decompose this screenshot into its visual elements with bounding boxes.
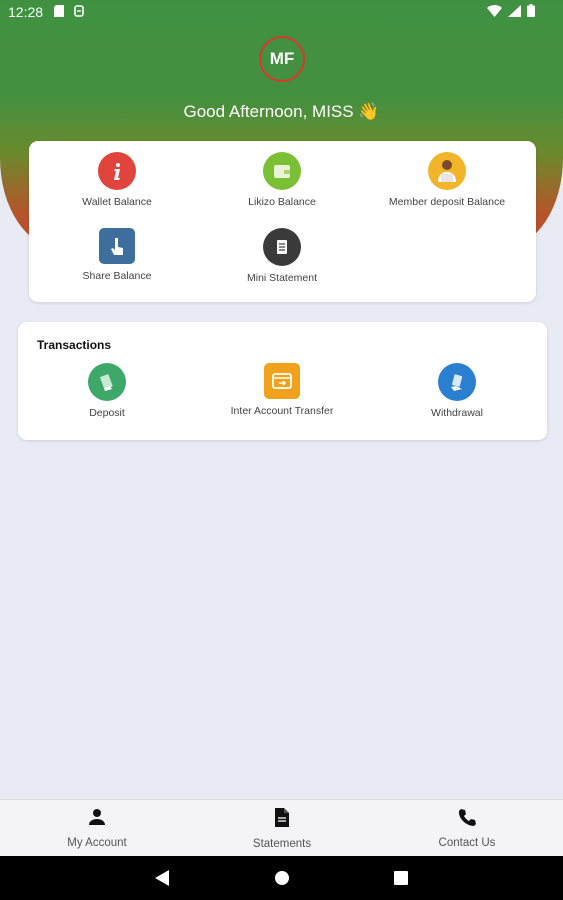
system-navigation-bar: [0, 856, 563, 900]
nav-contact-us-label: Contact Us: [438, 837, 496, 849]
person-icon: [89, 809, 105, 825]
phone-icon: [458, 809, 476, 826]
deposit-tile[interactable]: Deposit: [22, 363, 192, 419]
nav-my-account[interactable]: My Account: [27, 808, 167, 849]
nav-statements[interactable]: Statements: [212, 808, 352, 850]
likizo-balance-tile[interactable]: Likizo Balance: [197, 152, 367, 208]
home-icon[interactable]: [274, 870, 290, 886]
document-icon: [275, 808, 289, 827]
deposit-icon: [88, 363, 126, 401]
sd-card-icon: [54, 5, 64, 17]
wallet-balance-label: Wallet Balance: [82, 196, 152, 208]
mini-statement-label: Mini Statement: [246, 272, 318, 284]
avatar[interactable]: MF: [259, 36, 305, 82]
back-icon[interactable]: [155, 870, 169, 886]
member-deposit-balance-label: Member deposit Balance: [388, 196, 506, 208]
recents-icon[interactable]: [394, 871, 408, 885]
status-bar: 12:28: [0, 0, 563, 24]
touch-icon: [99, 228, 135, 264]
person-laptop-icon: [428, 152, 466, 190]
signal-icon: [508, 4, 521, 17]
share-balance-tile[interactable]: Share Balance: [32, 228, 202, 282]
battery-icon: [527, 4, 535, 17]
info-icon: [98, 152, 136, 190]
nav-contact-us[interactable]: Contact Us: [397, 808, 537, 849]
wifi-icon: [487, 4, 502, 17]
withdrawal-tile[interactable]: Withdrawal: [372, 363, 542, 419]
avatar-initials: MF: [269, 49, 295, 68]
storage-icon: [74, 5, 84, 17]
mini-statement-tile[interactable]: Mini Statement: [197, 228, 367, 284]
transfer-icon: [264, 363, 300, 399]
receipt-icon: [263, 228, 301, 266]
transactions-title: Transactions: [37, 338, 112, 352]
withdrawal-label: Withdrawal: [431, 407, 483, 419]
transactions-card: Transactions Deposit Inter Account Trans…: [18, 322, 547, 440]
wallet-icon: [263, 152, 301, 190]
balances-card: Wallet Balance Likizo Balance Member dep…: [29, 141, 536, 302]
bottom-navigation: My Account Statements Contact Us: [0, 799, 563, 856]
inter-account-transfer-label: Inter Account Transfer: [230, 405, 334, 417]
deposit-label: Deposit: [89, 407, 125, 419]
share-balance-label: Share Balance: [82, 270, 152, 282]
status-time: 12:28: [8, 4, 44, 20]
wallet-balance-tile[interactable]: Wallet Balance: [32, 152, 202, 208]
nav-statements-label: Statements: [252, 838, 312, 850]
likizo-balance-label: Likizo Balance: [248, 196, 316, 208]
member-deposit-balance-tile[interactable]: Member deposit Balance: [362, 152, 532, 208]
nav-my-account-label: My Account: [67, 837, 127, 849]
inter-account-transfer-tile[interactable]: Inter Account Transfer: [197, 363, 367, 417]
greeting-text: Good Afternoon, MISS 👋: [183, 102, 380, 121]
withdrawal-icon: [438, 363, 476, 401]
